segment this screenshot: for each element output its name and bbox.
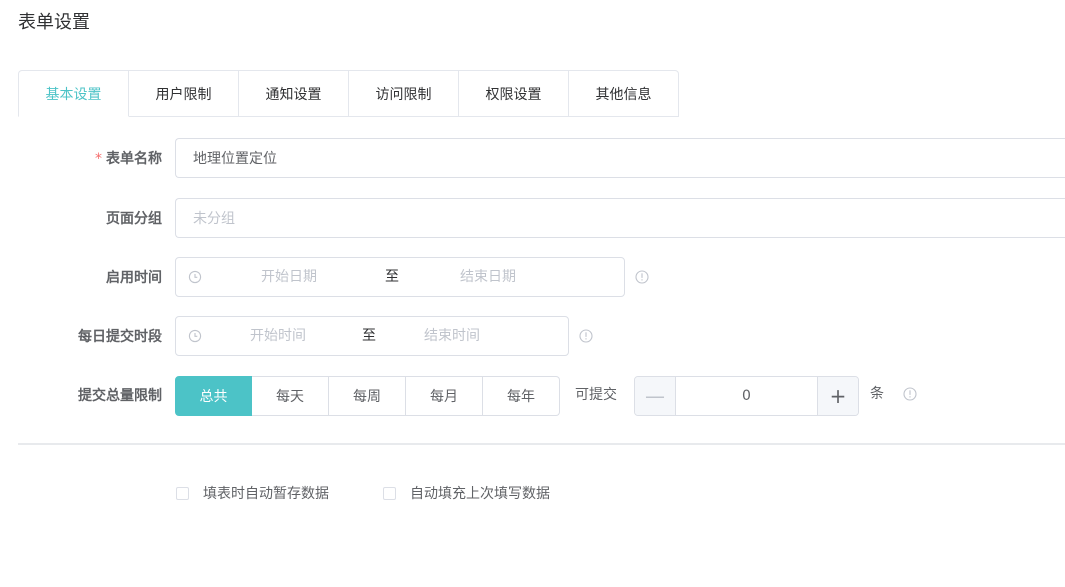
form-name-label-text: 表单名称 <box>106 151 162 167</box>
end-time-input[interactable]: 结束时间 <box>424 317 480 355</box>
range-separator: 至 <box>362 328 376 344</box>
period-weekly-button[interactable]: 每周 <box>329 376 406 416</box>
increment-button[interactable]: + <box>817 377 858 415</box>
period-yearly-button[interactable]: 每年 <box>483 376 560 416</box>
autosave-checkbox[interactable]: 填表时自动暂存数据 <box>176 483 329 503</box>
can-submit-label: 可提交 <box>575 387 617 403</box>
submit-count-input[interactable]: 0 <box>676 377 817 415</box>
period-monthly-button[interactable]: 每月 <box>406 376 483 416</box>
settings-tabs: 基本设置 用户限制 通知设置 访问限制 权限设置 其他信息 <box>18 70 679 117</box>
period-total-button[interactable]: 总共 <box>175 376 252 416</box>
submit-period-segmented: 总共 每天 每周 每月 每年 <box>175 376 560 416</box>
form-name-value: 地理位置定位 <box>193 151 277 167</box>
required-mark: * <box>95 151 102 167</box>
tab-access-limits[interactable]: 访问限制 <box>349 70 459 117</box>
clock-icon <box>188 270 202 284</box>
page-title: 表单设置 <box>18 12 90 33</box>
daily-time-range-picker[interactable]: 开始时间 至 结束时间 <box>175 316 569 356</box>
range-separator: 至 <box>385 269 399 285</box>
count-unit-label: 条 <box>870 386 884 402</box>
page-group-select[interactable]: 未分组 <box>175 198 1065 238</box>
enable-time-label: 启用时间 <box>106 270 162 286</box>
submit-count-stepper: — 0 + <box>634 376 859 416</box>
decrement-button[interactable]: — <box>635 377 676 415</box>
page-group-placeholder: 未分组 <box>193 211 235 227</box>
start-date-input[interactable]: 开始日期 <box>261 258 317 296</box>
end-date-input[interactable]: 结束日期 <box>460 258 516 296</box>
section-divider <box>18 443 1065 445</box>
start-time-input[interactable]: 开始时间 <box>250 317 306 355</box>
page-group-label: 页面分组 <box>106 211 162 227</box>
enable-date-range-picker[interactable]: 开始日期 至 结束日期 <box>175 257 625 297</box>
tab-permission-settings[interactable]: 权限设置 <box>459 70 569 117</box>
autosave-label: 填表时自动暂存数据 <box>203 486 329 502</box>
checkbox-box[interactable] <box>383 486 396 500</box>
autofill-label: 自动填充上次填写数据 <box>410 486 550 502</box>
clock-icon <box>188 329 202 343</box>
info-icon[interactable] <box>635 270 649 284</box>
info-icon[interactable] <box>579 329 593 343</box>
autofill-checkbox[interactable]: 自动填充上次填写数据 <box>383 483 550 503</box>
tab-user-limits[interactable]: 用户限制 <box>129 70 239 117</box>
info-icon[interactable] <box>903 387 917 401</box>
tab-basic-settings[interactable]: 基本设置 <box>18 70 129 117</box>
form-name-label: * 表单名称 <box>12 148 162 168</box>
period-daily-button[interactable]: 每天 <box>252 376 329 416</box>
form-name-input[interactable]: 地理位置定位 <box>175 138 1065 178</box>
tab-notification-settings[interactable]: 通知设置 <box>239 70 349 117</box>
daily-time-label: 每日提交时段 <box>78 329 162 345</box>
checkbox-box[interactable] <box>176 486 189 500</box>
tab-other-info[interactable]: 其他信息 <box>569 70 679 117</box>
submit-limit-label: 提交总量限制 <box>78 388 162 404</box>
